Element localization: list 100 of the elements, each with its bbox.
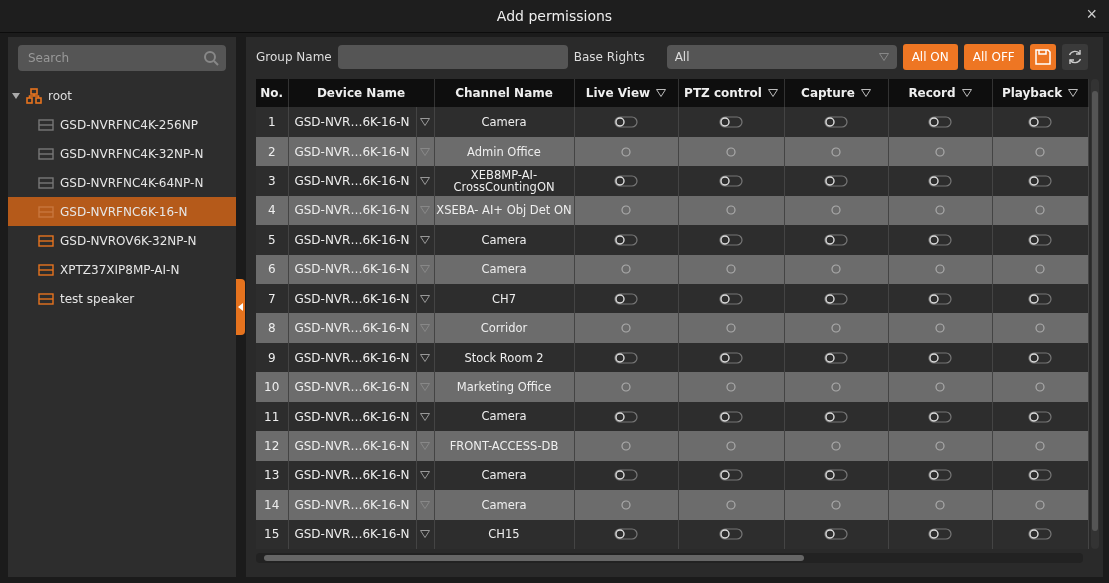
table-cell: 5 [256, 225, 288, 255]
refresh-button[interactable] [1061, 44, 1088, 70]
table-cell-text: Stock Room 2 [463, 351, 545, 364]
dropdown-arrow-icon [420, 353, 430, 362]
base-rights-dropdown[interactable]: All [666, 45, 897, 69]
tree-item[interactable]: XPTZ37XIP8MP-AI-N [8, 255, 236, 284]
filter-arrow-icon [961, 89, 972, 98]
window-title: Add permissions [496, 8, 613, 24]
tree-item[interactable]: GSD-NVRFNC4K-32NP-N [8, 139, 236, 168]
table-cell-text: Admin Office [466, 145, 542, 158]
table-cell-text: Camera [480, 116, 528, 129]
toggle-switch[interactable] [824, 116, 848, 129]
tree-item[interactable]: GSD-NVROV6K-32NP-N [8, 226, 236, 255]
hierarchy-icon [26, 87, 42, 104]
collapse-handle[interactable] [236, 279, 245, 335]
dropdown-arrow-icon [420, 118, 430, 127]
table-cell: 14 [256, 490, 288, 520]
table-cell: GSD-NVR…6K-16-N [294, 321, 410, 336]
table-cell: GSD-NVR…6K-16-N [294, 380, 410, 395]
tree-label[interactable]: root [48, 88, 73, 103]
table-cell: 9 [256, 342, 288, 373]
toggle-switch[interactable] [824, 292, 848, 305]
table-cell: 6 [256, 254, 288, 285]
toggle-switch[interactable] [928, 233, 952, 246]
table-cell: GSD-NVR…6K-16-N [294, 174, 410, 188]
toggle-switch[interactable] [719, 469, 743, 482]
horizontal-scrollbar[interactable] [256, 553, 1083, 563]
dropdown-arrow-icon [878, 53, 889, 61]
toggle-switch[interactable] [719, 528, 743, 541]
table-cell-text: CH15 [487, 528, 521, 541]
table-cell: GSD-NVR…6K-16-N [294, 115, 410, 130]
table-cell: GSD-NVR…6K-16-N [294, 291, 410, 306]
toggle-switch[interactable] [824, 528, 848, 541]
toggle-switch[interactable] [614, 292, 638, 305]
dropdown-arrow-icon [420, 530, 430, 539]
table-cell: 12 [256, 431, 288, 461]
toggle-switch[interactable] [928, 528, 952, 541]
table-cell: GSD-NVR…6K-16-N [294, 527, 410, 542]
table-cell: GSD-NVR…6K-16-N [294, 438, 410, 453]
toggle-switch[interactable] [719, 351, 743, 364]
toggle-switch[interactable] [824, 233, 848, 246]
toggle-switch[interactable] [719, 410, 743, 423]
toggle-switch[interactable] [1028, 116, 1052, 129]
toggle-switch[interactable] [1028, 233, 1052, 246]
toggle-switch[interactable] [1028, 528, 1052, 541]
table-cell: GSD-NVR…6K-16-N [294, 468, 410, 483]
table-cell: 11 [256, 401, 288, 432]
toggle-switch[interactable] [928, 292, 952, 305]
table-cell-text: Camera [480, 469, 528, 482]
search-icon [203, 50, 219, 66]
toggle-switch[interactable] [824, 469, 848, 482]
toggle-switch[interactable] [614, 469, 638, 482]
table-cell-text: Camera [480, 410, 528, 423]
toggle-switch[interactable] [614, 528, 638, 541]
table-cell: GSD-NVR…6K-16-N [294, 497, 410, 512]
toggle-switch[interactable] [928, 410, 952, 423]
toggle-switch[interactable] [824, 175, 848, 187]
toggle-switch[interactable] [719, 116, 743, 129]
toggle-switch[interactable] [1028, 351, 1052, 364]
toggle-switch[interactable] [1028, 469, 1052, 482]
tree-item[interactable]: GSD-NVRFNC4K-256NP [8, 110, 236, 139]
filter-arrow-icon [860, 89, 871, 98]
toggle-switch[interactable] [719, 233, 743, 246]
tree-item[interactable]: GSD-NVRFNC4K-64NP-N [8, 168, 236, 197]
table-cell-text: XSEBA- AI+ Obj Det ON [435, 204, 573, 217]
toggle-switch[interactable] [1028, 292, 1052, 305]
dropdown-arrow-icon [420, 235, 430, 244]
table-cell: GSD-NVR…6K-16-N [294, 144, 410, 159]
table-cell: 8 [256, 313, 288, 343]
toggle-switch[interactable] [614, 410, 638, 423]
filter-arrow-icon [656, 89, 667, 98]
toggle-switch[interactable] [614, 351, 638, 364]
filter-arrow-icon [1068, 89, 1079, 98]
save-button[interactable] [1029, 44, 1056, 70]
toggle-switch[interactable] [614, 233, 638, 246]
search-field[interactable]: Search [18, 45, 226, 71]
table-cell: 10 [256, 372, 288, 402]
toggle-switch[interactable] [928, 116, 952, 129]
toggle-switch[interactable] [1028, 175, 1052, 187]
toggle-switch[interactable] [928, 351, 952, 364]
toggle-switch[interactable] [614, 175, 638, 187]
toggle-switch[interactable] [719, 175, 743, 187]
close-button[interactable]: × [1082, 4, 1101, 25]
toggle-switch[interactable] [824, 351, 848, 364]
group-name-field[interactable] [337, 45, 568, 69]
table-cell-text: Marketing Office [455, 381, 553, 394]
toggle-switch[interactable] [928, 175, 952, 187]
dropdown-arrow-icon [420, 147, 430, 156]
refresh-icon [1066, 49, 1083, 65]
tree-item[interactable]: GSD-NVRFNC6K-16-N [8, 197, 236, 226]
tree-item[interactable]: test speaker [8, 284, 236, 313]
toggle-switch[interactable] [719, 292, 743, 305]
table-cell: 4 [256, 195, 288, 226]
toggle-switch[interactable] [928, 469, 952, 482]
table-cell-text: CH7 [491, 292, 517, 305]
vertical-scrollbar[interactable] [1090, 79, 1099, 549]
toggle-switch[interactable] [1028, 410, 1052, 423]
toggle-switch[interactable] [824, 410, 848, 423]
dropdown-arrow-icon [420, 441, 430, 450]
toggle-switch[interactable] [614, 116, 638, 129]
